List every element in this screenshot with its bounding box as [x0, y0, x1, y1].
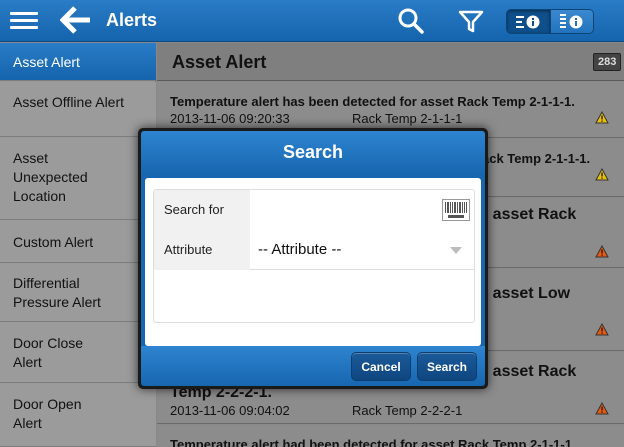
- view-toggle: [506, 9, 594, 34]
- cancel-button[interactable]: Cancel: [351, 352, 411, 381]
- alert-count-badge: 283: [593, 53, 622, 71]
- attribute-label: Attribute: [154, 230, 250, 270]
- attribute-select[interactable]: -- Attribute --: [250, 230, 474, 270]
- chevron-down-icon: [450, 247, 462, 254]
- page-title: Alerts: [106, 10, 158, 30]
- barcode-scan-icon[interactable]: [442, 199, 470, 221]
- app-header: Alerts: [0, 0, 624, 42]
- sidebar-item-asset-alert[interactable]: Asset Alert: [0, 43, 156, 81]
- sidebar-item-custom-alert[interactable]: Custom Alert: [0, 221, 156, 263]
- detail-view-button[interactable]: [549, 10, 593, 33]
- alert-message: Temperature alert had been detected for …: [170, 437, 572, 447]
- alert-message: r asset Low: [482, 285, 571, 302]
- search-dialog: Search Search for Attribute -- Attribute…: [138, 128, 488, 389]
- sidebar-item-differential-pressure-alert[interactable]: Differential Pressure Alert: [0, 264, 156, 322]
- alert-date: 2013-11-06 09:04:02: [170, 403, 290, 418]
- dialog-title: Search: [141, 131, 485, 174]
- alert-message: ack Temp 2-1-1-1.: [482, 151, 591, 166]
- form-blank-area: [154, 271, 474, 323]
- sidebar-item-door-close-alert[interactable]: Door Close Alert: [0, 323, 156, 383]
- critical-icon: [595, 245, 609, 258]
- search-for-label: Search for: [154, 190, 250, 230]
- back-arrow-icon[interactable]: [60, 5, 92, 35]
- warning-icon: [595, 111, 609, 124]
- search-icon[interactable]: [396, 6, 426, 36]
- sidebar-item-asset-offline-alert[interactable]: Asset Offline Alert: [0, 82, 156, 137]
- alert-row[interactable]: Temperature alert had been detected for …: [157, 425, 624, 447]
- search-button[interactable]: Search: [417, 352, 477, 381]
- menu-icon[interactable]: [10, 12, 38, 30]
- list-title: Asset Alert: [172, 52, 267, 72]
- warning-icon: [595, 168, 609, 181]
- search-input[interactable]: [250, 190, 474, 230]
- alert-message: r asset Rack: [482, 363, 577, 380]
- detail-view-icon: [559, 13, 583, 28]
- alert-type-sidebar: Asset Alert Asset Offline Alert Asset Un…: [0, 43, 156, 447]
- attribute-row: Attribute -- Attribute --: [154, 230, 474, 270]
- list-header: Asset Alert 283: [157, 43, 624, 81]
- alert-message: Temperature alert has been detected for …: [170, 94, 575, 109]
- dialog-card: Search for Attribute -- Attribute --: [145, 178, 481, 346]
- alert-asset: Rack Temp 2-2-2-1: [352, 403, 463, 418]
- alert-message: r asset Rack: [482, 206, 577, 223]
- dialog-footer: Cancel Search: [141, 346, 485, 386]
- search-for-row: Search for: [154, 190, 474, 230]
- critical-icon: [595, 323, 609, 336]
- filter-icon[interactable]: [456, 6, 486, 36]
- sidebar-item-door-open-alert[interactable]: Door Open Alert: [0, 384, 156, 447]
- sidebar-item-asset-unexpected-location[interactable]: Asset Unexpected Location: [0, 138, 156, 220]
- list-view-button[interactable]: [507, 10, 550, 33]
- search-form: Search for Attribute -- Attribute --: [153, 189, 475, 323]
- critical-icon: [595, 402, 609, 415]
- dialog-body: Search for Attribute -- Attribute --: [141, 174, 485, 346]
- list-view-icon: [516, 15, 540, 28]
- alert-asset: Rack Temp 2-1-1-1: [352, 111, 463, 126]
- alert-date: 2013-11-06 09:20:33: [170, 111, 290, 126]
